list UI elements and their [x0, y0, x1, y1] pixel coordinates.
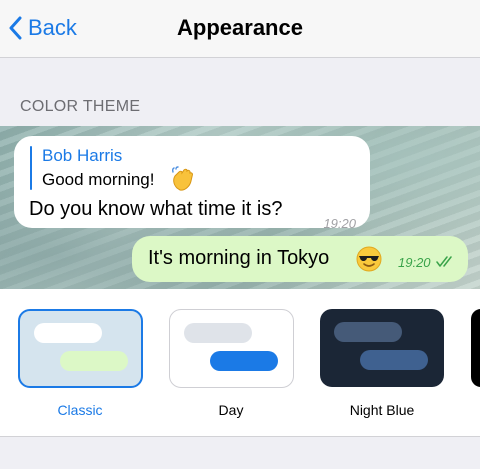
outgoing-message-time: 19:20	[398, 255, 431, 270]
theme-label: Night Blue	[349, 402, 415, 418]
theme-label: Day	[218, 402, 244, 418]
outgoing-bubble-sample	[360, 350, 428, 370]
incoming-message-text: Do you know what time it is?	[29, 198, 283, 220]
theme-thumbnail	[320, 309, 444, 387]
incoming-bubble-sample	[34, 323, 102, 343]
reply-quote-text: Good morning!	[42, 170, 155, 189]
outgoing-message-text: It's morning in Tokyo	[148, 247, 330, 269]
waving-hand-icon	[171, 166, 194, 191]
read-checkmarks-icon	[436, 256, 452, 267]
sunglasses-emoji-icon	[356, 246, 382, 272]
theme-thumbnail	[169, 309, 294, 388]
incoming-bubble-sample	[184, 323, 252, 343]
theme-picker: Classic Day Night Blue	[0, 289, 480, 437]
incoming-bubble-sample	[334, 322, 402, 342]
reply-sender-name: Bob Harris	[42, 146, 123, 165]
outgoing-message-bubble: It's morning in Tokyo 19:20	[132, 236, 468, 282]
incoming-message-bubble: Bob Harris Good morning! Do you know wha…	[14, 136, 370, 231]
theme-thumbnail	[471, 309, 480, 387]
theme-thumbnail	[18, 309, 143, 388]
page-title: Appearance	[177, 15, 303, 40]
chat-preview: Bob Harris Good morning! Do you know wha…	[0, 126, 480, 289]
reply-indicator-bar	[30, 146, 32, 190]
theme-option-night-blue[interactable]: Night Blue	[320, 309, 448, 433]
theme-option-day[interactable]: Day	[169, 309, 297, 433]
theme-label: Classic	[57, 402, 103, 418]
incoming-message-time: 19:20	[323, 216, 356, 231]
section-header: COLOR THEME	[20, 98, 141, 115]
outgoing-bubble-sample	[210, 351, 278, 371]
outgoing-bubble-sample	[60, 351, 128, 371]
navigation-bar: Back Appearance	[0, 0, 480, 58]
theme-option-offscreen[interactable]	[471, 309, 480, 433]
theme-option-classic[interactable]: Classic	[18, 309, 146, 433]
